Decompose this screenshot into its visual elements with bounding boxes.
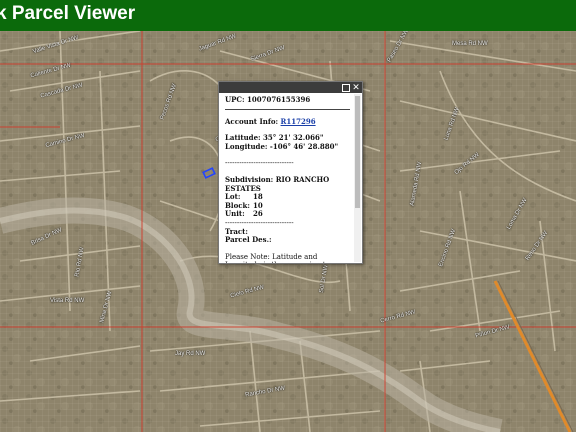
street-label: Mesa Rd NW	[452, 41, 488, 47]
account-link[interactable]: R117296	[281, 117, 316, 126]
note-text: Please Note: Latitude and Longitude is t…	[225, 252, 330, 263]
app-title: k Parcel Viewer	[0, 3, 136, 24]
unit-row: Unit: 26	[225, 210, 350, 219]
subdivision-text: Subdivision: RIO RANCHO ESTATES	[225, 174, 330, 193]
parcel-des-label: Parcel Des.:	[225, 235, 272, 245]
divider-text: -----------------------------	[225, 159, 294, 168]
unit-label: Unit:	[225, 209, 245, 219]
maximize-icon[interactable]	[342, 84, 350, 92]
close-icon[interactable]: ✕	[352, 83, 360, 92]
popup-scrollbar[interactable]	[354, 94, 361, 262]
upc-text: UPC: 1007076155396	[225, 95, 311, 104]
popup-titlebar: ✕	[219, 82, 362, 93]
longitude-text: Longitude: -106° 46' 28.880"	[225, 141, 339, 151]
app-header: k Parcel Viewer	[0, 0, 576, 31]
unit-value: 26	[253, 209, 263, 219]
street-label: Vista Rd NW	[50, 298, 85, 304]
popup-scroll-thumb[interactable]	[355, 96, 360, 208]
popup-body: UPC: 1007076155396 Account Info: R117296…	[219, 93, 362, 263]
parcel-info-popup: ✕ UPC: 1007076155396 Account Info: R1172…	[218, 81, 363, 264]
account-label: Account Info:	[225, 116, 279, 126]
street-label: Jay Rd NW	[175, 351, 206, 357]
account-info: Account Info: R117296	[225, 116, 350, 127]
